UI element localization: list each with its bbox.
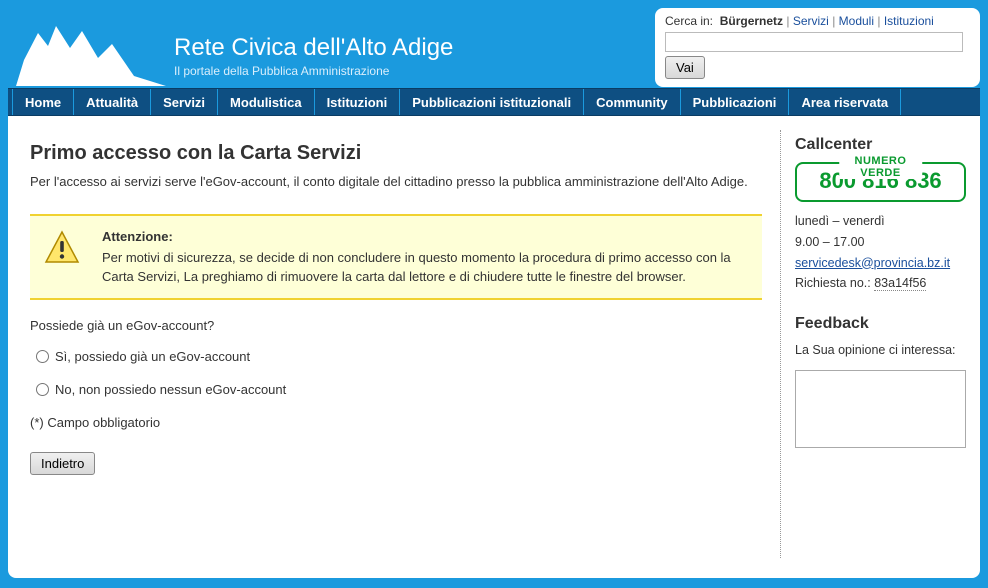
page-title: Primo accesso con la Carta Servizi [30,142,762,165]
main-nav: Home Attualità Servizi Modulistica Istit… [8,88,980,116]
request-number: 83a14f56 [874,276,926,291]
green-number-box: NUMERO VERDE 800 816 836 [795,162,966,202]
required-note: (*) Campo obbligatorio [30,415,762,430]
callcenter-heading: Callcenter [795,136,966,154]
nav-servizi[interactable]: Servizi [151,89,218,115]
site-subtitle: Il portale della Pubblica Amministrazion… [174,64,453,78]
green-number-tag: NUMERO VERDE [839,155,923,179]
warning-title: Attenzione: [102,228,748,247]
search-scope-line: Cerca in: Bürgernetz | Servizi | Moduli … [665,14,970,28]
request-label: Richiesta no.: [795,276,871,290]
warning-body: Per motivi di sicurezza, se decide di no… [102,250,731,284]
radio-no-label: No, non possiedo nessun eGov-account [55,382,286,397]
radio-no-row[interactable]: No, non possiedo nessun eGov-account [36,382,762,397]
lead-text: Per l'accesso ai servizi serve l'eGov-ac… [30,173,762,192]
feedback-prompt: La Sua opinione ci interessa: [795,341,966,360]
header: Rete Civica dell'Alto Adige Il portale d… [8,8,980,88]
search-box: Cerca in: Bürgernetz | Servizi | Moduli … [655,8,980,87]
radio-yes-label: Sì, possiedo già un eGov-account [55,349,250,364]
warning-icon [44,230,80,266]
search-current-scope: Bürgernetz [720,14,783,28]
feedback-textarea[interactable] [795,370,966,448]
site-title: Rete Civica dell'Alto Adige [174,34,453,62]
nav-community[interactable]: Community [584,89,681,115]
feedback-heading: Feedback [795,315,966,333]
nav-istituzioni[interactable]: Istituzioni [315,89,401,115]
hours-days: lunedì – venerdì [795,212,966,231]
nav-home[interactable]: Home [12,89,74,115]
servicedesk-email[interactable]: servicedesk@provincia.bz.it [795,256,950,270]
nav-area-riservata[interactable]: Area riservata [789,89,901,115]
radio-yes[interactable] [36,350,49,363]
content: Primo accesso con la Carta Servizi Per l… [8,116,980,578]
search-scope-moduli[interactable]: Moduli [839,14,874,28]
search-input[interactable] [665,32,963,52]
logo-area: Rete Civica dell'Alto Adige Il portale d… [8,8,453,86]
search-button[interactable]: Vai [665,56,705,79]
sidebar: Callcenter NUMERO VERDE 800 816 836 lune… [780,130,980,558]
main-column: Primo accesso con la Carta Servizi Per l… [8,130,780,558]
nav-pubblicazioni-ist[interactable]: Pubblicazioni istituzionali [400,89,584,115]
radio-yes-row[interactable]: Sì, possiedo già un eGov-account [36,349,762,364]
mountain-logo-icon [16,26,166,86]
warning-box: Attenzione: Per motivi di sicurezza, se … [30,214,762,301]
radio-no[interactable] [36,383,49,396]
search-scope-istituzioni[interactable]: Istituzioni [884,14,934,28]
nav-attualita[interactable]: Attualità [74,89,151,115]
search-scope-servizi[interactable]: Servizi [793,14,829,28]
nav-pubblicazioni[interactable]: Pubblicazioni [681,89,790,115]
search-label: Cerca in: [665,14,713,28]
hours-time: 9.00 – 17.00 [795,233,966,252]
back-button[interactable]: Indietro [30,452,95,475]
nav-modulistica[interactable]: Modulistica [218,89,315,115]
question-text: Possiede già un eGov-account? [30,318,762,333]
